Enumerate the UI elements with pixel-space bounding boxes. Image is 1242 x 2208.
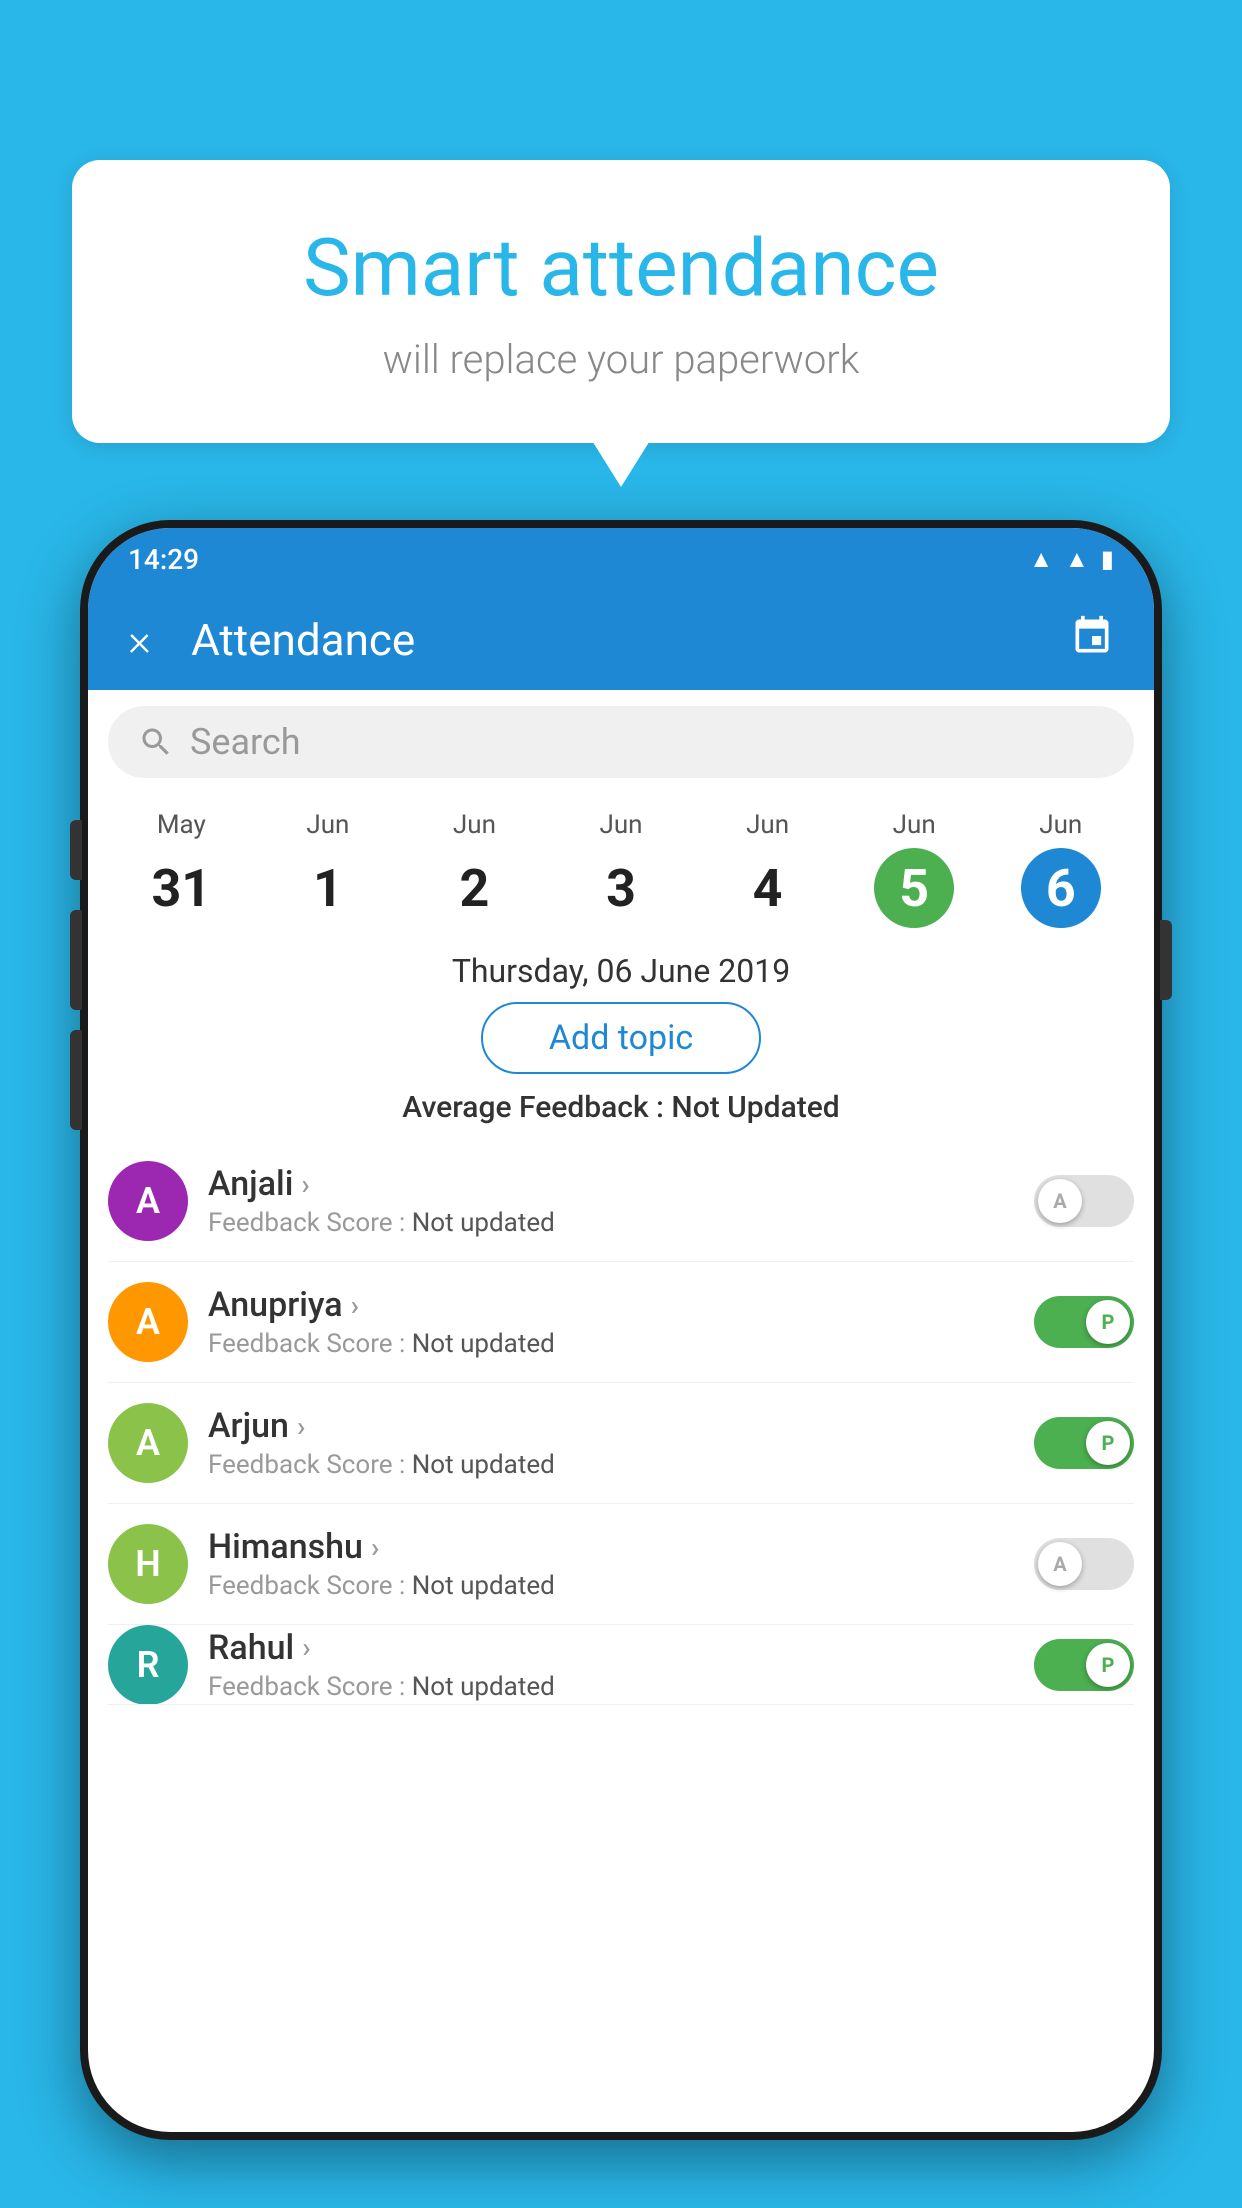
student-name[interactable]: Anupriya ›	[208, 1285, 1014, 1325]
student-row[interactable]: A Anupriya › Feedback Score : Not updated P	[108, 1262, 1134, 1383]
chevron-right-icon: ›	[302, 1631, 310, 1664]
date-col[interactable]: Jun 5	[841, 810, 988, 928]
chevron-right-icon: ›	[301, 1168, 309, 1201]
attendance-toggle[interactable]: P	[1034, 1296, 1134, 1348]
avatar: A	[108, 1161, 188, 1241]
avatar: H	[108, 1524, 188, 1604]
student-info: Himanshu › Feedback Score : Not updated	[208, 1527, 1014, 1601]
average-feedback: Average Feedback : Not Updated	[88, 1090, 1154, 1125]
wifi-icon: ▲	[1029, 545, 1053, 574]
student-row[interactable]: A Arjun › Feedback Score : Not updated P	[108, 1383, 1134, 1504]
volume-silent-button	[70, 820, 82, 880]
top-bar: × Attendance	[88, 590, 1154, 690]
search-input[interactable]: Search	[190, 721, 301, 763]
bubble-title: Smart attendance	[152, 220, 1090, 316]
toggle-container[interactable]: P	[1034, 1417, 1134, 1469]
avg-feedback-label: Average Feedback :	[402, 1090, 664, 1125]
student-row[interactable]: A Anjali › Feedback Score : Not updated A	[108, 1141, 1134, 1262]
speech-bubble: Smart attendance will replace your paper…	[72, 160, 1170, 443]
date-strip: May 31 Jun 1 Jun 2 Jun 3 Jun 4 Jun 5 Jun 6	[88, 794, 1154, 928]
student-feedback: Feedback Score : Not updated	[208, 1672, 1014, 1702]
attendance-toggle[interactable]: P	[1034, 1639, 1134, 1691]
date-number[interactable]: 4	[728, 848, 808, 928]
volume-up-button	[70, 910, 82, 1010]
selected-date: Thursday, 06 June 2019	[88, 928, 1154, 1002]
toggle-container[interactable]: A	[1034, 1175, 1134, 1227]
student-feedback: Feedback Score : Not updated	[208, 1329, 1014, 1359]
student-info: Arjun › Feedback Score : Not updated	[208, 1406, 1014, 1480]
toggle-knob: P	[1086, 1300, 1130, 1344]
avatar: R	[108, 1625, 188, 1705]
student-name[interactable]: Himanshu ›	[208, 1527, 1014, 1567]
date-col[interactable]: Jun 4	[694, 810, 841, 928]
student-list: AAnjali ›Feedback Score : Not updatedAAA…	[88, 1141, 1154, 1705]
student-info: Rahul › Feedback Score : Not updated	[208, 1628, 1014, 1702]
date-number[interactable]: 1	[288, 848, 368, 928]
toggle-knob: P	[1086, 1643, 1130, 1687]
attendance-toggle[interactable]: P	[1034, 1417, 1134, 1469]
avg-feedback-value: Not Updated	[671, 1090, 839, 1125]
volume-down-button	[70, 1030, 82, 1130]
student-name[interactable]: Rahul ›	[208, 1628, 1014, 1668]
bubble-subtitle: will replace your paperwork	[152, 336, 1090, 383]
date-number[interactable]: 31	[141, 848, 221, 928]
search-icon	[138, 724, 174, 760]
toggle-knob: A	[1038, 1542, 1082, 1586]
date-col[interactable]: May 31	[108, 810, 255, 928]
date-number[interactable]: 5	[874, 848, 954, 928]
power-button	[1160, 920, 1172, 1000]
attendance-toggle[interactable]: A	[1034, 1538, 1134, 1590]
date-number[interactable]: 2	[434, 848, 514, 928]
student-feedback: Feedback Score : Not updated	[208, 1571, 1014, 1601]
student-feedback: Feedback Score : Not updated	[208, 1208, 1014, 1238]
avatar: A	[108, 1282, 188, 1362]
attendance-toggle[interactable]: A	[1034, 1175, 1134, 1227]
date-month: Jun	[453, 810, 496, 840]
close-button[interactable]: ×	[128, 618, 151, 662]
search-bar[interactable]: Search	[108, 706, 1134, 778]
phone-frame: 14:29 ▲ ▲ ▮ × Attendance	[80, 520, 1162, 2140]
student-feedback: Feedback Score : Not updated	[208, 1450, 1014, 1480]
date-month: Jun	[600, 810, 643, 840]
phone-screen: 14:29 ▲ ▲ ▮ × Attendance	[88, 528, 1154, 2132]
student-row[interactable]: R Rahul › Feedback Score : Not updated P	[108, 1625, 1134, 1705]
chevron-right-icon: ›	[351, 1289, 359, 1322]
date-number[interactable]: 3	[581, 848, 661, 928]
student-name[interactable]: Arjun ›	[208, 1406, 1014, 1446]
status-bar: 14:29 ▲ ▲ ▮	[88, 528, 1154, 590]
student-row[interactable]: H Himanshu › Feedback Score : Not updated A	[108, 1504, 1134, 1625]
toggle-container[interactable]: P	[1034, 1639, 1134, 1691]
student-name[interactable]: Anjali ›	[208, 1164, 1014, 1204]
date-month: May	[157, 810, 206, 840]
status-icons: ▲ ▲ ▮	[1029, 545, 1114, 574]
chevron-right-icon: ›	[297, 1410, 305, 1443]
screen-title: Attendance	[191, 614, 1070, 666]
student-info: Anupriya › Feedback Score : Not updated	[208, 1285, 1014, 1359]
date-col[interactable]: Jun 1	[255, 810, 402, 928]
date-col[interactable]: Jun 2	[401, 810, 548, 928]
signal-icon: ▲	[1065, 545, 1089, 574]
date-month: Jun	[1039, 810, 1082, 840]
calendar-icon	[1070, 614, 1114, 658]
date-month: Jun	[306, 810, 349, 840]
calendar-button[interactable]	[1070, 614, 1114, 667]
date-month: Jun	[746, 810, 789, 840]
date-col[interactable]: Jun 3	[548, 810, 695, 928]
toggle-knob: A	[1038, 1179, 1082, 1223]
battery-icon: ▮	[1101, 545, 1114, 573]
date-col[interactable]: Jun 6	[987, 810, 1134, 928]
toggle-container[interactable]: A	[1034, 1538, 1134, 1590]
toggle-knob: P	[1086, 1421, 1130, 1465]
chevron-right-icon: ›	[371, 1531, 379, 1564]
add-topic-button[interactable]: Add topic	[481, 1002, 761, 1074]
student-info: Anjali › Feedback Score : Not updated	[208, 1164, 1014, 1238]
status-time: 14:29	[128, 543, 199, 576]
date-month: Jun	[893, 810, 936, 840]
date-number[interactable]: 6	[1021, 848, 1101, 928]
toggle-container[interactable]: P	[1034, 1296, 1134, 1348]
avatar: A	[108, 1403, 188, 1483]
phone-wrapper: 14:29 ▲ ▲ ▮ × Attendance	[80, 520, 1162, 2208]
